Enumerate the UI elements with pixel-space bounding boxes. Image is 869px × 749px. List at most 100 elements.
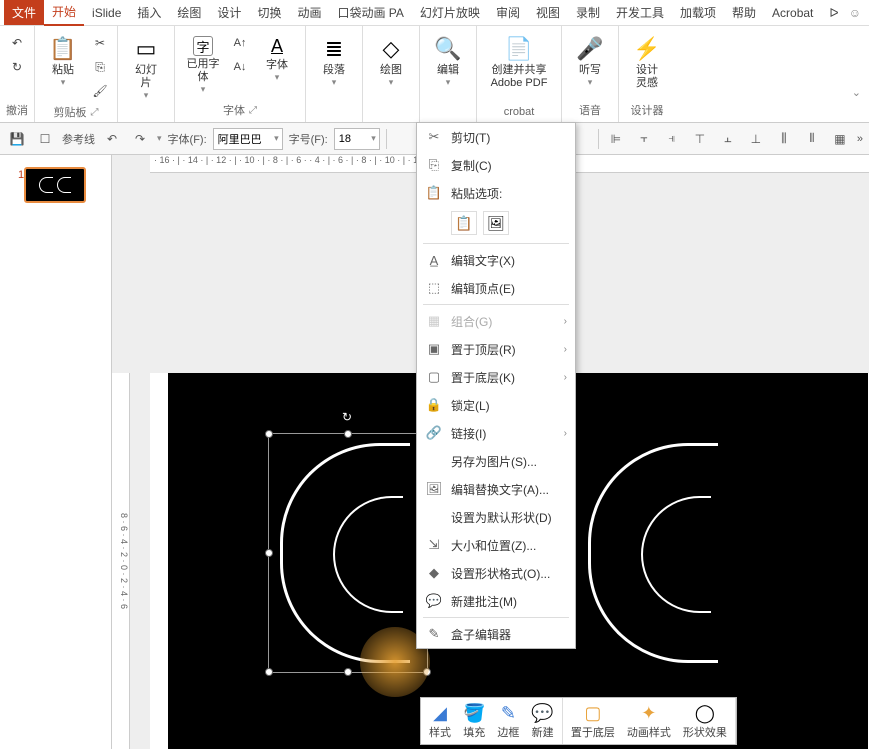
- align-bottom-icon[interactable]: ⊥: [745, 128, 767, 150]
- paste-keep-format-button[interactable]: 📋: [451, 211, 477, 235]
- undo-button[interactable]: ↶: [6, 32, 28, 54]
- mt-shape-effect[interactable]: ◯形状效果: [677, 700, 733, 742]
- menu-review[interactable]: 审阅: [488, 0, 528, 25]
- cm-new-comment[interactable]: 💬新建批注(M): [417, 587, 575, 615]
- slides-button[interactable]: ▭ 幻灯 片 ▾: [124, 32, 168, 105]
- distribute-h-icon[interactable]: ⫼: [773, 128, 795, 150]
- save-icon[interactable]: 💾: [6, 128, 28, 150]
- font-launcher-icon[interactable]: ⤢: [249, 105, 257, 116]
- cm-edit-text[interactable]: A̲编辑文字(X): [417, 246, 575, 274]
- slide-thumbnail-1[interactable]: [24, 167, 86, 203]
- mt-style[interactable]: ◢样式: [423, 700, 457, 742]
- resize-handle-ml[interactable]: [265, 549, 273, 557]
- cm-box-editor[interactable]: ✎盒子编辑器: [417, 620, 575, 648]
- mt-send-back[interactable]: ▢置于底层: [565, 700, 621, 742]
- dictate-button[interactable]: 🎤 听写 ▾: [568, 32, 612, 92]
- cm-paste-options: 📋 🖼: [417, 207, 575, 241]
- font-button[interactable]: A 字体 ▾: [255, 32, 299, 87]
- resize-handle-br[interactable]: [423, 668, 431, 676]
- menu-transitions[interactable]: 切换: [249, 0, 289, 25]
- alt-text-icon: 🖼: [425, 481, 443, 497]
- resize-handle-tm[interactable]: [344, 430, 352, 438]
- mt-new[interactable]: 💬新建: [525, 700, 559, 742]
- copy-icon: ⎘: [425, 157, 443, 173]
- menu-addins[interactable]: 加载项: [672, 0, 724, 25]
- used-fonts-button[interactable]: 字 已用字 体 ▾: [181, 32, 225, 99]
- menu-record[interactable]: 录制: [568, 0, 608, 25]
- designer-button[interactable]: ⚡ 设计 灵感: [625, 32, 669, 94]
- paste-button[interactable]: 📋 粘贴 ▾: [41, 32, 85, 92]
- align-middle-icon[interactable]: ⫠: [717, 128, 739, 150]
- cm-send-back[interactable]: ▢置于底层(K)›: [417, 363, 575, 391]
- shape-c-right[interactable]: [588, 443, 718, 663]
- cm-format-shape[interactable]: ◆设置形状格式(O)...: [417, 559, 575, 587]
- menu-help[interactable]: 帮助: [724, 0, 764, 25]
- toolbar-more[interactable]: »: [857, 133, 863, 145]
- editing-button[interactable]: 🔍 编辑 ▾: [426, 32, 470, 92]
- menu-insert[interactable]: 插入: [129, 0, 169, 25]
- cm-alt-text[interactable]: 🖼编辑替换文字(A)...: [417, 475, 575, 503]
- cm-size-position[interactable]: ⇲大小和位置(Z)...: [417, 531, 575, 559]
- paragraph-button[interactable]: ≣ 段落 ▾: [312, 32, 356, 92]
- cm-bring-front[interactable]: ▣置于顶层(R)›: [417, 335, 575, 363]
- mt-fill[interactable]: 🪣填充: [457, 700, 491, 742]
- menu-more[interactable]: ᐅ: [821, 2, 846, 24]
- selection-box[interactable]: ↻: [268, 433, 428, 673]
- align-center-h-icon[interactable]: ⫟: [633, 128, 655, 150]
- cm-default-shape[interactable]: 设置为默认形状(D): [417, 503, 575, 531]
- font-family-combo[interactable]: 阿里巴巴: [213, 128, 283, 150]
- menu-animations[interactable]: 动画: [289, 0, 329, 25]
- cm-lock[interactable]: 🔒锁定(L): [417, 391, 575, 419]
- align-top-icon[interactable]: ⊤: [689, 128, 711, 150]
- redo-button[interactable]: ↻: [6, 56, 28, 78]
- format-painter-button[interactable]: 🖌: [89, 80, 111, 102]
- menu-file[interactable]: 文件: [4, 0, 44, 25]
- grow-font-button[interactable]: A↑: [229, 32, 251, 54]
- drawing-button[interactable]: ◇ 绘图 ▾: [369, 32, 413, 92]
- menu-draw[interactable]: 绘图: [169, 0, 209, 25]
- resize-handle-tl[interactable]: [265, 430, 273, 438]
- menu-pocket-anim[interactable]: 口袋动画 PA: [329, 0, 411, 25]
- menu-acrobat[interactable]: Acrobat: [764, 2, 821, 24]
- menu-devtools[interactable]: 开发工具: [608, 0, 672, 25]
- undo-icon[interactable]: ↶: [101, 128, 123, 150]
- link-icon: 🔗: [425, 425, 443, 441]
- font-size-combo[interactable]: 18: [334, 128, 380, 150]
- distribute-v-icon[interactable]: ⫴: [801, 128, 823, 150]
- menu-design[interactable]: 设计: [209, 0, 249, 25]
- align-left-icon[interactable]: ⊫: [605, 128, 627, 150]
- cm-cut[interactable]: ✂剪切(T): [417, 123, 575, 151]
- mic-icon: 🎤: [576, 36, 603, 62]
- adobe-pdf-button[interactable]: 📄 创建并共享 Adobe PDF: [483, 32, 555, 94]
- resize-handle-bl[interactable]: [265, 668, 273, 676]
- menu-islide[interactable]: iSlide: [84, 2, 129, 24]
- rotate-handle[interactable]: ↻: [342, 410, 354, 422]
- align-right-icon[interactable]: ⫣: [661, 128, 683, 150]
- menu-view[interactable]: 视图: [528, 0, 568, 25]
- paste-picture-button[interactable]: 🖼: [483, 211, 509, 235]
- clipboard-launcher-icon[interactable]: ⤢: [91, 107, 99, 118]
- mt-border[interactable]: ✎边框: [491, 700, 525, 742]
- cm-save-as-picture[interactable]: 另存为图片(S)...: [417, 447, 575, 475]
- menu-home[interactable]: 开始: [44, 0, 84, 26]
- cm-link[interactable]: 🔗链接(I)›: [417, 419, 575, 447]
- chevron-right-icon: ›: [564, 372, 567, 383]
- fill-icon: 🪣: [463, 702, 485, 724]
- cm-copy[interactable]: ⎘复制(C): [417, 151, 575, 179]
- group-icon[interactable]: ▦: [829, 128, 851, 150]
- cut-button[interactable]: ✂: [89, 32, 111, 54]
- smile-icon[interactable]: ☺: [849, 6, 861, 20]
- group-icon: ▦: [425, 313, 443, 329]
- redo-icon[interactable]: ↷: [129, 128, 151, 150]
- send-back-icon: ▢: [425, 369, 443, 385]
- group-label-acrobat: crobat: [483, 104, 555, 120]
- mt-anim-style[interactable]: ✦动画样式: [621, 700, 677, 742]
- shrink-font-button[interactable]: A↓: [229, 56, 251, 78]
- checkbox-guides[interactable]: ☐: [34, 128, 56, 150]
- cm-edit-points[interactable]: ⬚编辑顶点(E): [417, 274, 575, 302]
- copy-button[interactable]: ⎘: [89, 56, 111, 78]
- shapes-icon: ◇: [383, 36, 400, 62]
- resize-handle-bm[interactable]: [344, 668, 352, 676]
- ribbon-collapse-icon[interactable]: ⌄: [852, 26, 869, 122]
- menu-slideshow[interactable]: 幻灯片放映: [412, 0, 488, 25]
